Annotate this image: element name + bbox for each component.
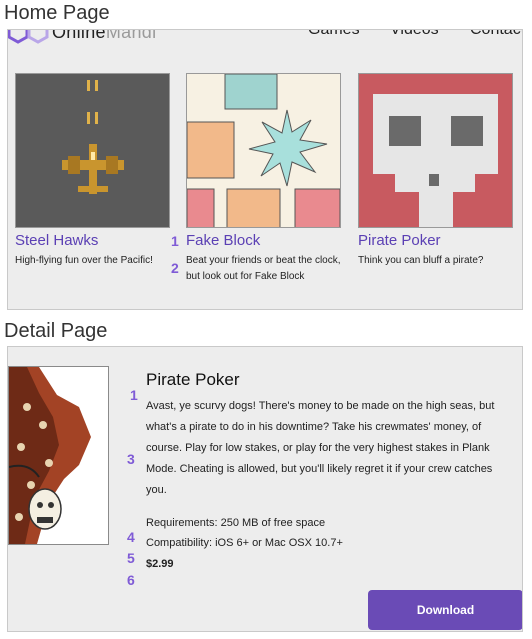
detail-page-label: Detail Page xyxy=(4,320,108,342)
logo-text: OnlineMandi xyxy=(52,29,157,42)
annotation-number: 1 xyxy=(130,387,138,403)
hexagon-logo-icon xyxy=(8,30,49,44)
home-page-panel: OnlineMandi Games Videos Contact Steel H… xyxy=(7,29,523,310)
requirements-text: Requirements: 250 MB of free space xyxy=(146,517,326,529)
annotation-number: 3 xyxy=(127,451,135,467)
compatibility-text: Compatibility: iOS 6+ or Mac OSX 10.7+ xyxy=(146,537,343,549)
nav-videos[interactable]: Videos xyxy=(390,30,439,39)
home-page-label: Home Page xyxy=(4,2,110,24)
annotation-number: 1 xyxy=(171,233,179,249)
download-button[interactable]: Download xyxy=(368,590,522,630)
pirate-poker-thumbnail[interactable] xyxy=(358,73,513,228)
card-title[interactable]: Pirate Poker xyxy=(358,232,513,251)
steel-hawks-thumbnail[interactable] xyxy=(15,73,170,228)
detail-title: Pirate Poker xyxy=(146,370,240,389)
annotation-number: 6 xyxy=(127,572,135,588)
price-text: $2.99 xyxy=(146,558,174,570)
annotation-number: 5 xyxy=(127,550,135,566)
card-title[interactable]: Fake Block xyxy=(186,232,341,251)
annotation-number: 2 xyxy=(171,260,179,276)
detail-page-panel: Pirate Poker Avast, ye scurvy dogs! Ther… xyxy=(7,346,523,632)
game-card-pirate-poker[interactable]: Pirate Poker Think you can bluff a pirat… xyxy=(358,73,513,269)
card-description: Beat your friends or beat the clock, but… xyxy=(186,255,341,282)
game-card-fake-block[interactable]: Fake Block Beat your friends or beat the… xyxy=(186,73,341,285)
nav-contact[interactable]: Contact xyxy=(470,30,522,39)
card-title[interactable]: Steel Hawks xyxy=(15,232,170,251)
nav-games[interactable]: Games xyxy=(308,30,360,39)
game-card-steel-hawks[interactable]: Steel Hawks High-flying fun over the Pac… xyxy=(15,73,170,269)
pirate-poker-card-image xyxy=(8,366,109,545)
fake-block-thumbnail[interactable] xyxy=(186,73,341,228)
card-description: Think you can bluff a pirate? xyxy=(358,255,484,266)
detail-description: Avast, ye scurvy dogs! There's money to … xyxy=(146,400,495,496)
annotation-number: 4 xyxy=(127,529,135,545)
card-description: High-flying fun over the Pacific! xyxy=(15,255,153,266)
site-logo[interactable]: OnlineMandi xyxy=(8,29,157,46)
